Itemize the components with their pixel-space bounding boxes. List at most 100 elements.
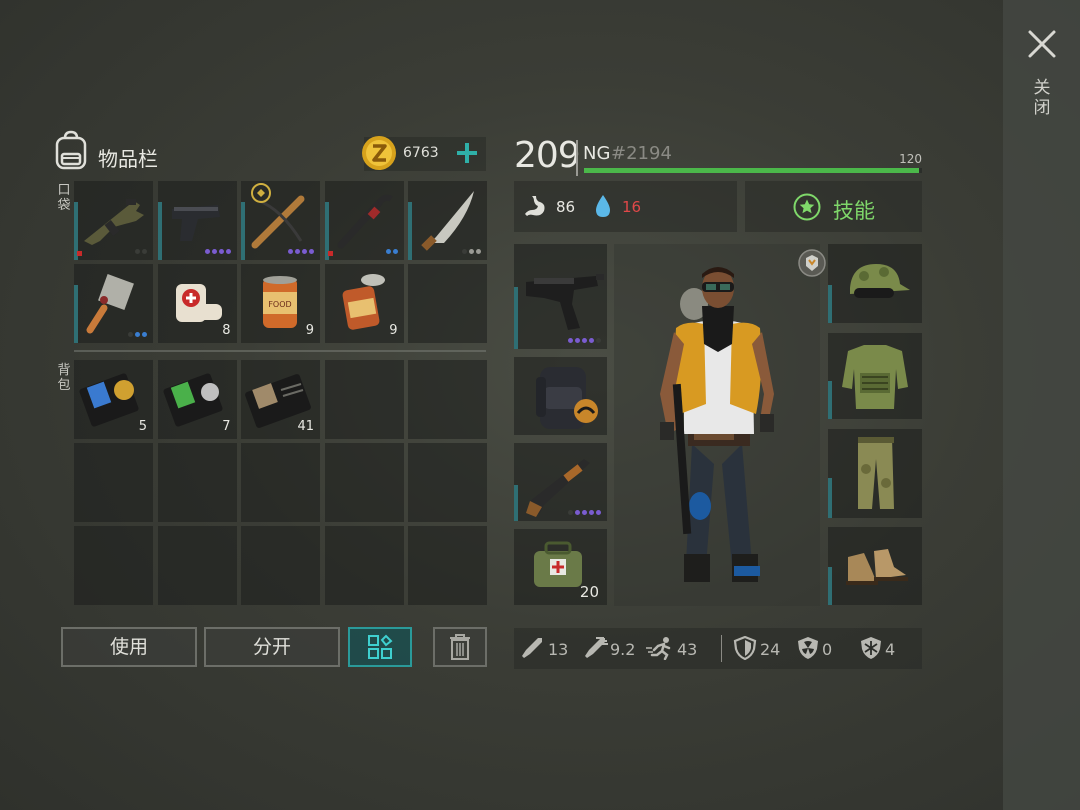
item-quantity: 41	[297, 419, 314, 434]
equip-slot-legs[interactable]	[828, 429, 922, 518]
backpack-label-char: 背	[57, 363, 71, 378]
boots-icon	[846, 549, 908, 585]
empty-slot[interactable]	[241, 526, 320, 605]
star-badge-icon	[793, 193, 821, 221]
item-slot-open-can[interactable]: 9	[324, 264, 404, 343]
item-slot-assault-rifle[interactable]	[74, 181, 153, 260]
cold-resistance-value: 4	[885, 640, 896, 659]
rarity-dots	[385, 249, 398, 254]
medkit-quantity: 20	[579, 583, 599, 601]
backpack-label-char: 包	[57, 378, 71, 393]
close-panel[interactable]	[1003, 0, 1080, 810]
camo-pants-icon	[858, 437, 894, 509]
player-prefix: NG	[583, 143, 611, 164]
tactical-vest-icon	[842, 345, 908, 409]
equip-slot-backpack[interactable]	[514, 357, 607, 435]
skills-label: 技能	[833, 199, 875, 223]
melee-damage-icon	[522, 638, 542, 658]
equip-slot-weapon[interactable]	[514, 244, 607, 349]
player-id: #2194	[611, 143, 672, 164]
empty-slot[interactable]	[157, 526, 237, 605]
split-button[interactable]: 分开	[204, 627, 340, 667]
stats-separator	[721, 635, 722, 662]
xp-bar-fill	[584, 168, 919, 173]
water-drop-icon	[596, 195, 610, 217]
add-coins-icon[interactable]	[454, 140, 480, 166]
armor-shield-icon	[733, 636, 757, 660]
item-slot-silver-badge-id[interactable]: 7	[157, 360, 237, 439]
sort-grid-icon	[368, 634, 393, 659]
thirst-value: 16	[622, 198, 642, 216]
empty-slot[interactable]	[74, 443, 153, 522]
radiation-shield-icon	[798, 637, 818, 659]
item-slot-document-id[interactable]: 41	[241, 360, 320, 439]
empty-slot[interactable]	[74, 526, 153, 605]
player-level: 209	[514, 135, 581, 176]
item-quantity: 9	[389, 323, 398, 338]
rarity-dots	[568, 338, 601, 343]
empty-slot[interactable]	[241, 443, 320, 522]
item-slot-crossbow[interactable]	[241, 181, 320, 260]
character-model	[614, 244, 820, 606]
item-slot-bandage[interactable]: 8	[157, 264, 237, 343]
clan-badge-icon[interactable]	[798, 249, 826, 277]
melee-damage-value: 13	[548, 640, 569, 659]
ranged-damage-value: 9.2	[610, 640, 636, 659]
backpack-icon	[55, 130, 87, 170]
item-slot-cleaver[interactable]	[74, 264, 153, 343]
coin-icon	[362, 136, 396, 170]
pocket-label-char: 袋	[57, 198, 71, 213]
running-speed-icon	[646, 637, 671, 660]
radiation-value: 0	[822, 640, 833, 659]
empty-slot[interactable]	[408, 526, 487, 605]
close-label[interactable]: 关 闭	[1030, 78, 1054, 118]
uzi-icon	[526, 274, 604, 330]
empty-slot[interactable]	[324, 360, 404, 439]
rarity-dots	[462, 249, 481, 254]
sort-button[interactable]	[348, 627, 412, 667]
hunger-value: 86	[556, 198, 576, 216]
equip-slot-medkit[interactable]: 20	[514, 529, 607, 605]
inventory-title: 物品栏	[98, 147, 158, 171]
equip-slot-head[interactable]	[828, 244, 922, 323]
ranged-damage-icon	[585, 637, 608, 658]
tactical-backpack-icon	[536, 367, 598, 429]
camo-cap-icon	[850, 264, 910, 298]
equip-slot-body[interactable]	[828, 333, 922, 419]
coin-amount: 6763	[403, 145, 439, 161]
backpack-label: 背包	[56, 363, 72, 393]
rarity-dots	[568, 510, 601, 515]
level-separator	[576, 140, 578, 176]
broken-indicator	[77, 251, 82, 256]
empty-slot[interactable]	[324, 443, 404, 522]
equip-slot-secondary[interactable]	[514, 443, 607, 521]
close-icon[interactable]	[1026, 28, 1058, 60]
armor-value: 24	[760, 640, 781, 659]
empty-slot[interactable]	[408, 443, 487, 522]
stomach-icon	[525, 196, 545, 216]
rarity-dots	[288, 249, 314, 254]
item-slot-gold-badge-id[interactable]: 5	[74, 360, 153, 439]
item-slot-pistol[interactable]	[157, 181, 237, 260]
item-quantity: 7	[222, 419, 231, 434]
broken-indicator	[327, 251, 333, 256]
empty-slot[interactable]	[408, 360, 487, 439]
equip-slot-feet[interactable]	[828, 527, 922, 605]
close-label-char-2: 闭	[1033, 98, 1051, 118]
item-slot-machete[interactable]	[408, 181, 487, 260]
item-quantity: 5	[138, 419, 147, 434]
empty-slot[interactable]	[408, 264, 487, 343]
rarity-dots	[128, 332, 147, 337]
empty-slot[interactable]	[157, 443, 237, 522]
pocket-label-char: 口	[57, 183, 71, 198]
item-slot-crowbar[interactable]	[324, 181, 404, 260]
xp-max: 120	[899, 152, 922, 166]
item-quantity: 8	[222, 323, 231, 338]
rarity-dots	[204, 249, 231, 254]
delete-button[interactable]	[433, 627, 487, 667]
use-button[interactable]: 使用	[61, 627, 197, 667]
close-label-char-1: 关	[1033, 78, 1051, 98]
empty-slot[interactable]	[324, 526, 404, 605]
item-slot-canned-food[interactable]: FOOD 9	[241, 264, 320, 343]
survivor-figure	[660, 267, 774, 582]
